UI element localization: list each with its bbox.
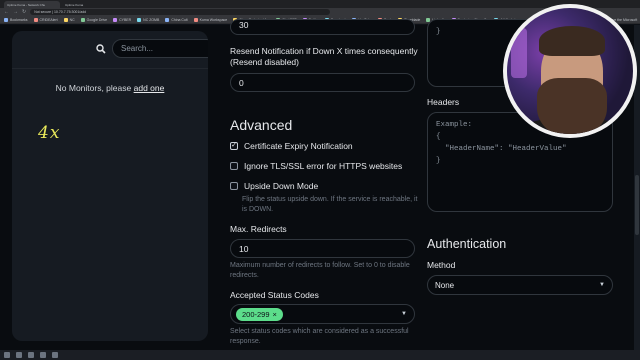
max-redirects-input[interactable]: 10	[230, 239, 415, 258]
empty-state-text: No Monitors, please	[55, 83, 132, 93]
resend-input[interactable]: 0	[230, 73, 415, 92]
bookmark-icon	[113, 17, 118, 22]
max-redirects-label: Max. Redirects	[230, 224, 287, 234]
bookmark-label: Bookmarks	[10, 17, 28, 22]
chevron-down-icon[interactable]: ▼	[401, 311, 407, 317]
ignore-tls-label: Ignore TLS/SSL error for HTTPS websites	[244, 161, 403, 171]
browser-tabstrip: Uptime Kuma - Network Chu Uptime Kuma	[0, 0, 640, 8]
cert-expiry-checkbox[interactable]: ✓	[230, 142, 238, 150]
bookmark-item[interactable]: CRIDEAlert	[33, 17, 58, 22]
bookmark-item[interactable]: Google Drive	[80, 17, 108, 22]
empty-state: No Monitors, please add one	[12, 83, 208, 93]
status-code-chip-label: 200-299	[242, 310, 270, 319]
terminal-icon[interactable]	[52, 352, 58, 358]
headers-label: Headers	[427, 97, 460, 107]
bookmark-icon	[80, 17, 85, 22]
search-input[interactable]	[112, 39, 208, 58]
background-light	[511, 28, 527, 78]
method-label: Method	[427, 260, 456, 270]
timeout-input[interactable]: 30	[230, 19, 415, 35]
upside-down-label: Upside Down Mode	[244, 181, 319, 191]
ignore-tls-row[interactable]: Ignore TLS/SSL error for HTTPS websites	[230, 161, 402, 171]
bookmark-label: NC ZOMB	[143, 17, 160, 22]
max-redirects-hint: Maximum number of redirects to follow. S…	[230, 262, 410, 279]
accepted-codes-select[interactable]: 200-299 × ▼	[230, 304, 415, 324]
browser-tab[interactable]: Uptime Kuma - Network Chu	[4, 1, 60, 8]
ignore-tls-checkbox[interactable]	[230, 162, 238, 170]
cert-expiry-row[interactable]: ✓ Certificate Expiry Notification	[230, 141, 353, 151]
monitor-form: 30 Resend Notification if Down X times c…	[222, 19, 422, 350]
presenter-hair	[539, 26, 605, 56]
presenter-beard	[537, 78, 607, 134]
divider	[12, 68, 208, 69]
os-taskbar	[0, 350, 640, 360]
add-monitor-link[interactable]: add one	[134, 83, 165, 93]
forward-icon[interactable]: →	[13, 8, 18, 16]
handwritten-annotation: 4x	[38, 123, 61, 143]
bookmark-item[interactable]: NC ZOMB	[137, 17, 160, 22]
bookmark-item[interactable]: CYBER	[113, 17, 132, 22]
upside-down-hint: Flip the status upside down. If the serv…	[242, 196, 418, 213]
bookmark-label: Kuma Workspace	[199, 17, 228, 22]
monitor-sidebar: No Monitors, please add one 4x	[12, 31, 208, 341]
bookmark-item[interactable]: China Cult	[165, 17, 188, 22]
cert-expiry-label: Certificate Expiry Notification	[244, 141, 353, 151]
bookmark-label: CYBER	[119, 17, 132, 22]
bookmark-item[interactable]: Bookmarks	[4, 17, 28, 22]
search-icon	[96, 43, 106, 54]
back-icon[interactable]: ←	[4, 8, 9, 16]
browser-tab[interactable]: Uptime Kuma	[62, 1, 118, 8]
advanced-heading: Advanced	[230, 117, 293, 133]
accepted-codes-hint: Select status codes which are considered…	[230, 328, 409, 345]
bookmark-label: China Cult	[171, 17, 188, 22]
url-field[interactable]: Not secure | 10.70.7.75:3001/add	[30, 9, 331, 15]
search-bar	[96, 39, 208, 58]
reload-icon[interactable]: ↻	[22, 8, 26, 16]
bookmark-icon	[193, 17, 198, 22]
bookmark-label: NC	[69, 17, 75, 22]
webcam-overlay	[503, 4, 637, 138]
authentication-heading: Authentication	[427, 237, 507, 251]
bookmark-label: Google Drive	[86, 17, 108, 22]
bookmark-label: CRIDEAlert	[39, 17, 58, 22]
scrollbar-thumb[interactable]	[635, 175, 639, 235]
bookmark-item[interactable]: NC	[63, 17, 75, 22]
browser-icon[interactable]	[40, 352, 46, 358]
status-code-chip[interactable]: 200-299 ×	[236, 308, 283, 321]
upside-down-row[interactable]: Upside Down Mode	[230, 181, 318, 191]
method-select[interactable]: None ▼	[427, 275, 613, 295]
bookmark-icon	[165, 17, 170, 22]
bookmark-icon	[63, 17, 68, 22]
method-value: None	[435, 281, 455, 290]
remove-chip-icon[interactable]: ×	[273, 310, 277, 319]
bookmark-item[interactable]: Kuma Workspace	[193, 17, 228, 22]
resend-label: Resend Notification if Down X times cons…	[230, 46, 418, 67]
search-icon[interactable]	[16, 352, 22, 358]
chevron-down-icon[interactable]: ▼	[599, 282, 605, 288]
bookmark-icon	[137, 17, 142, 22]
files-icon[interactable]	[28, 352, 34, 358]
upside-down-checkbox[interactable]	[230, 182, 238, 190]
accepted-codes-label: Accepted Status Codes	[230, 290, 319, 300]
bookmark-icon	[4, 17, 8, 22]
bookmark-icon	[33, 17, 38, 22]
start-icon[interactable]	[4, 352, 10, 358]
